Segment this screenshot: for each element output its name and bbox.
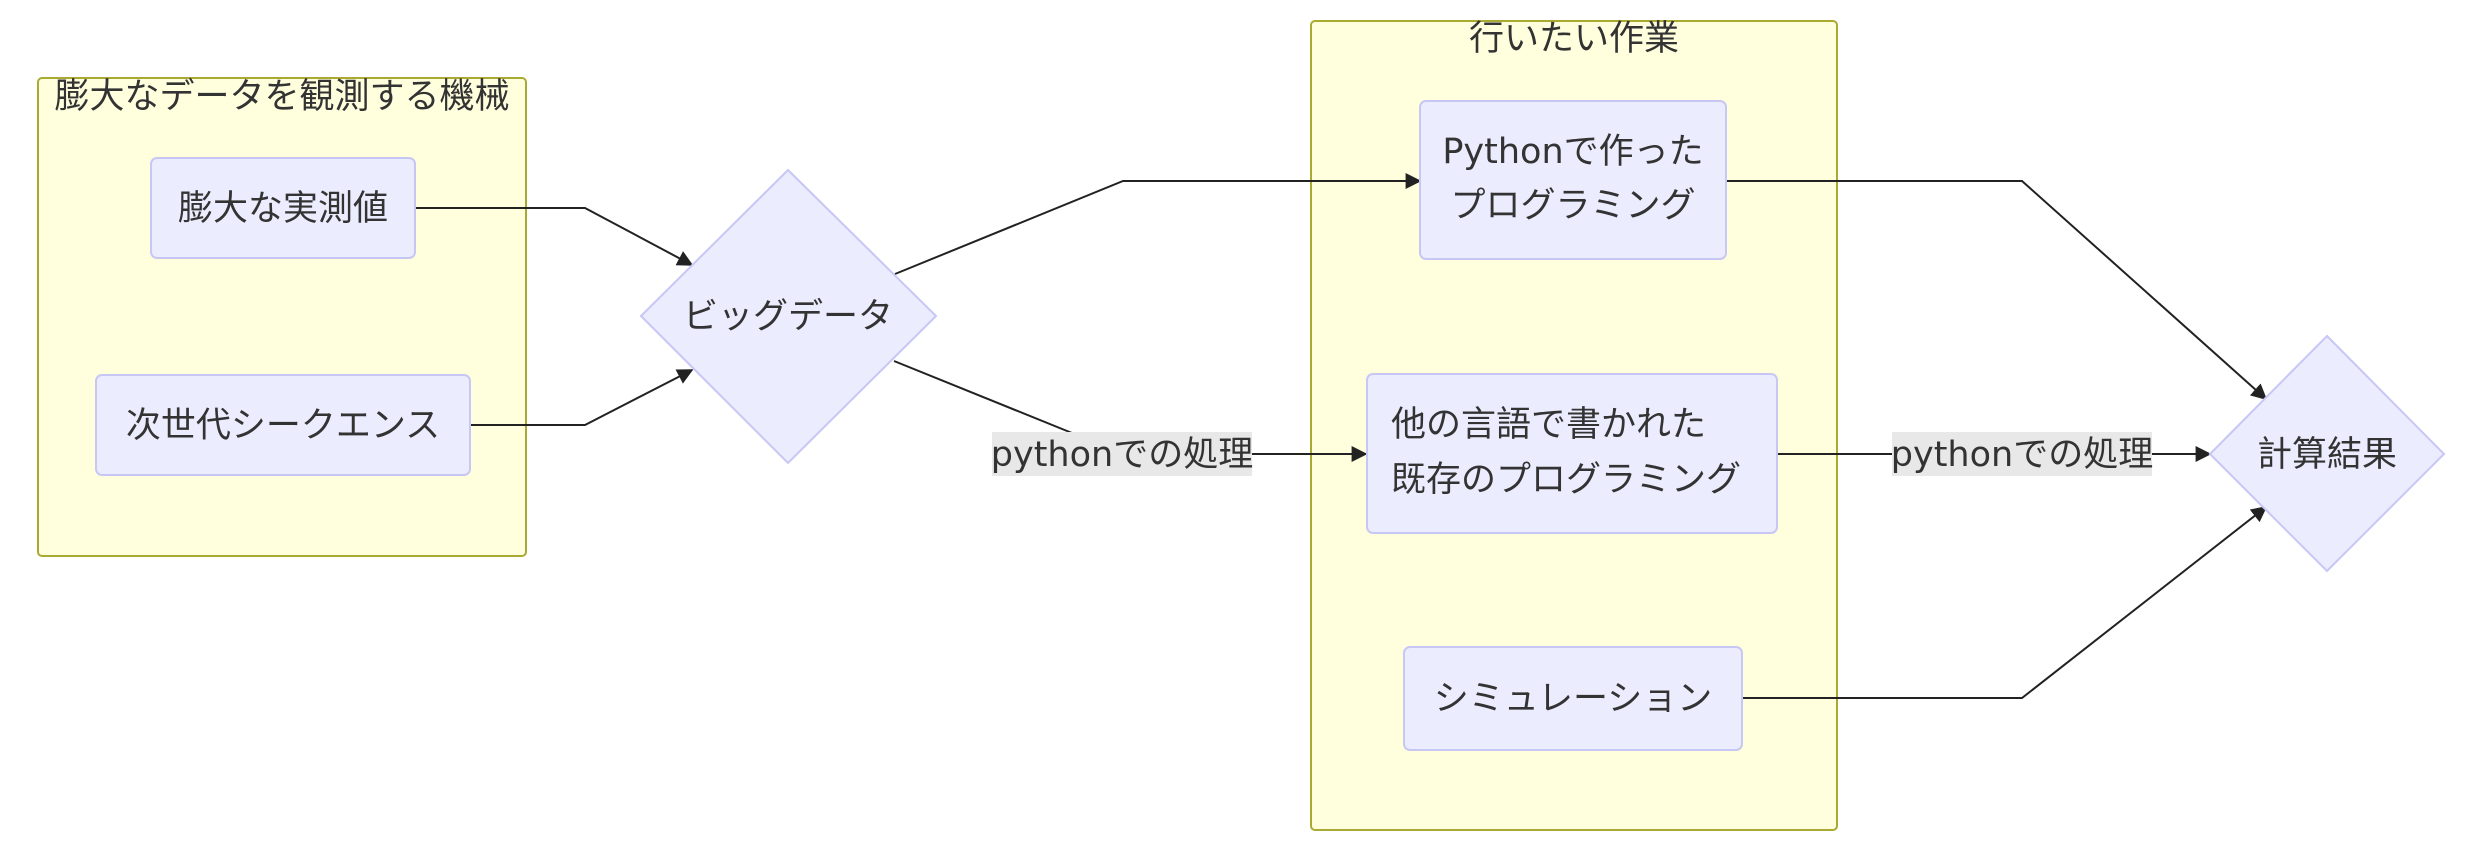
node-label: 次世代シークエンス <box>126 406 440 446</box>
edge-label-text: pythonでの処理 <box>1891 435 2153 475</box>
edge-label-bigdata-to-other-lang: pythonでの処理 <box>991 432 1253 476</box>
node-simulation: シミュレーション <box>1403 646 1743 751</box>
node-big-data: ビッグデータ <box>639 168 938 465</box>
node-calculation-result: 計算結果 <box>2208 334 2446 573</box>
node-label: ビッグデータ <box>683 297 893 337</box>
cluster-title-tasks: 行いたい作業 <box>1469 19 1679 59</box>
node-label: シミュレーション <box>1434 679 1713 719</box>
node-next-gen-sequencing: 次世代シークエンス <box>95 374 471 476</box>
node-label: 計算結果 <box>2257 435 2397 475</box>
node-label-line-1: Pythonで作った <box>1442 132 1703 172</box>
cluster-observation-machines: 膨大なデータを観測する機械 <box>37 77 527 557</box>
node-label: 膨大な実測値 <box>178 189 388 229</box>
node-other-language-programming: 他の言語で書かれた 既存のプログラミング <box>1366 373 1778 534</box>
node-measured-values: 膨大な実測値 <box>150 157 416 259</box>
node-label-line-2: プログラミング <box>1450 186 1695 226</box>
edge-label-text: pythonでの処理 <box>991 435 1253 475</box>
flowchart-diagram: 膨大なデータを観測する機械 行いたい作業 pythonでの処理 pythonでの… <box>37 19 2446 831</box>
cluster-title-observation-machines: 膨大なデータを観測する機械 <box>54 77 509 117</box>
edge-label-other-lang-to-result: pythonでの処理 <box>1891 432 2153 476</box>
node-label-line-2: 既存のプログラミング <box>1391 460 1741 500</box>
node-label-line-1: 他の言語で書かれた <box>1391 405 1706 445</box>
node-python-programming: Pythonで作った プログラミング <box>1419 100 1727 260</box>
